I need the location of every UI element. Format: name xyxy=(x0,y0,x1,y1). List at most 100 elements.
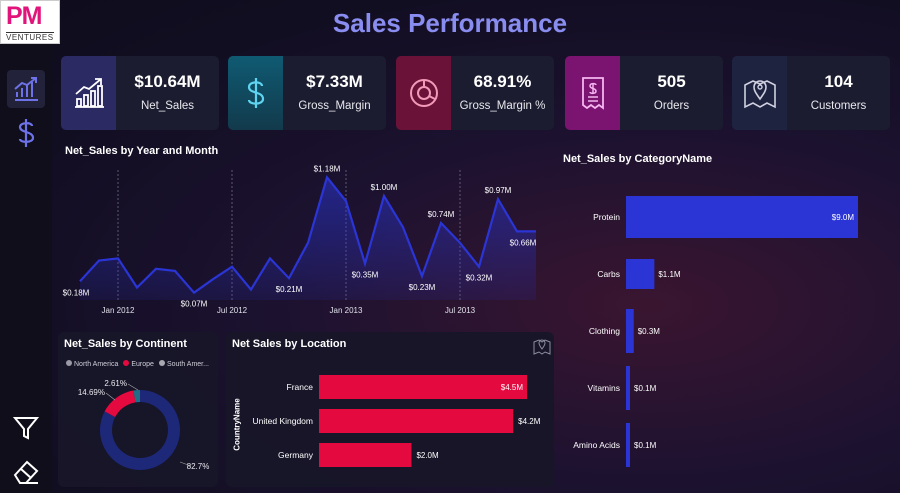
kpi-icon-box xyxy=(228,56,283,130)
location-label: France xyxy=(287,382,314,392)
kpi-icon-box xyxy=(396,56,451,130)
area-data-label: $0.74M xyxy=(428,210,455,219)
bar-value-label: $2.0M xyxy=(416,451,439,460)
sales-page-button[interactable] xyxy=(7,70,45,108)
x-tick-label: Jan 2013 xyxy=(330,306,363,315)
legend-item[interactable]: South Amer... xyxy=(158,360,209,368)
net-sales-category-bar-chart[interactable]: Protein $9.0M Carbs $1.1M Clothing $0.3M Vitam… xyxy=(555,180,875,480)
kpi-card-gross-margin-pct[interactable]: 68.91% Gross_Margin % xyxy=(396,56,554,130)
kpi-value: 68.91% xyxy=(473,72,532,91)
legend-label: North America xyxy=(74,361,119,368)
dollar-icon xyxy=(18,119,35,147)
category-bar[interactable] xyxy=(626,366,630,410)
area-data-label: $0.66M xyxy=(510,238,537,247)
donut-icon xyxy=(409,79,438,107)
legend-label: Europe xyxy=(131,361,154,368)
net-sales-continent-donut-chart[interactable]: 82.7% 14.69%2.61% xyxy=(58,370,218,487)
kpi-card-orders[interactable]: 505 Orders xyxy=(565,56,723,130)
area-data-label: $0.32M xyxy=(466,274,493,283)
category-bar[interactable] xyxy=(626,309,634,353)
growth-chart-icon xyxy=(74,78,104,108)
bar-value-label: $4.5M xyxy=(501,383,524,392)
kpi-value: 505 xyxy=(657,72,686,91)
kpi-card-net-sales[interactable]: $10.64M Net_Sales xyxy=(61,56,219,130)
bar-value-label: $1.1M xyxy=(658,270,681,279)
eraser-icon xyxy=(13,460,39,484)
area-data-label: $0.97M xyxy=(485,186,512,195)
bar-value-label: $4.2M xyxy=(518,417,541,426)
category-bar[interactable] xyxy=(626,423,630,467)
kpi-value: $10.64M xyxy=(134,72,201,91)
logo-subtext: VENTURES xyxy=(6,32,54,42)
location-y-axis-label-wrap: CountryName xyxy=(231,398,243,450)
kpi-icon-box xyxy=(61,56,116,130)
category-label: Clothing xyxy=(589,326,620,336)
kpi-card-customers[interactable]: 104 Customers xyxy=(732,56,890,130)
location-chart-title: Net Sales by Location xyxy=(232,338,347,350)
page-title: Sales Performance xyxy=(332,8,568,38)
logo-text: PM xyxy=(6,2,42,30)
filter-button[interactable] xyxy=(7,409,45,447)
kpi-label: Orders xyxy=(653,100,690,112)
area-data-label: $1.00M xyxy=(371,183,398,192)
leader-line xyxy=(127,383,139,391)
kpi-card-gross-margin[interactable]: $7.33M Gross_Margin xyxy=(228,56,386,130)
area-data-label: $0.23M xyxy=(409,283,436,292)
donut-label: 2.61% xyxy=(104,379,127,388)
category-label: Protein xyxy=(593,212,620,222)
category-chart-title: Net_Sales by CategoryName xyxy=(563,153,713,165)
donut-label: 82.7% xyxy=(187,462,210,471)
area-data-label: $1.18M xyxy=(314,164,341,173)
brand-logo: PM VENTURES xyxy=(0,0,60,44)
bar-value-label: $9.0M xyxy=(832,213,855,222)
location-bar[interactable] xyxy=(319,409,514,433)
map-icon[interactable] xyxy=(533,337,551,355)
category-label: Carbs xyxy=(597,269,620,279)
category-label: Amino Acids xyxy=(573,440,620,450)
x-tick-label: Jul 2012 xyxy=(217,306,248,315)
location-bar[interactable] xyxy=(319,375,527,399)
category-bar[interactable] xyxy=(626,259,655,289)
kpi-label: Customers xyxy=(810,100,867,112)
x-tick-label: Jan 2012 xyxy=(102,306,135,315)
location-label: United Kingdom xyxy=(253,416,313,426)
donut-label: 14.69% xyxy=(78,388,105,397)
kpi-label: Net_Sales xyxy=(140,100,195,112)
clear-filters-button[interactable] xyxy=(7,452,45,490)
net-sales-location-bar-chart[interactable]: France $4.5M United Kingdom $4.2M Germany $2.… xyxy=(244,362,544,477)
continent-legend: North America Europe South Amer... xyxy=(66,360,209,368)
area-data-label: $0.18M xyxy=(63,288,90,297)
receipt-icon xyxy=(581,77,604,110)
kpi-icon-box xyxy=(565,56,620,130)
legend-item[interactable]: Europe xyxy=(123,360,154,368)
map-pin-icon xyxy=(743,80,776,109)
area-data-label: $0.07M xyxy=(181,300,208,309)
area-data-label: $0.21M xyxy=(276,285,303,294)
net-sales-month-area-chart[interactable]: $0.18M $0.07M $0.21M $1.18M $0.35M $1.00M $0.2… xyxy=(60,160,550,320)
category-bar[interactable] xyxy=(626,196,858,238)
bar-value-label: $0.3M xyxy=(638,327,661,336)
bar-value-label: $0.1M xyxy=(634,384,657,393)
category-label: Vitamins xyxy=(588,383,620,393)
continent-chart-title: Net_Sales by Continent xyxy=(64,338,187,350)
dollar-icon xyxy=(247,78,264,108)
area-chart-title: Net_Sales by Year and Month xyxy=(65,145,219,157)
sales-chart-icon xyxy=(14,77,38,101)
kpi-value: $7.33M xyxy=(306,72,363,91)
area-data-label: $0.35M xyxy=(352,271,379,280)
legend-label: South Amer... xyxy=(166,361,209,368)
location-bar[interactable] xyxy=(319,443,412,467)
kpi-icon-box xyxy=(732,56,787,130)
margin-page-button[interactable] xyxy=(7,114,45,152)
filter-icon xyxy=(12,417,40,440)
bar-value-label: $0.1M xyxy=(634,441,657,450)
x-tick-label: Jul 2013 xyxy=(445,306,476,315)
leader-line xyxy=(105,392,116,401)
sidebar xyxy=(0,44,52,493)
kpi-label: Gross_Margin % xyxy=(459,100,546,112)
location-y-axis-label: CountryName xyxy=(232,398,242,451)
donut-slice[interactable] xyxy=(104,390,136,417)
location-label: Germany xyxy=(278,450,314,460)
kpi-value: 104 xyxy=(824,72,853,91)
legend-item[interactable]: North America xyxy=(66,360,118,368)
